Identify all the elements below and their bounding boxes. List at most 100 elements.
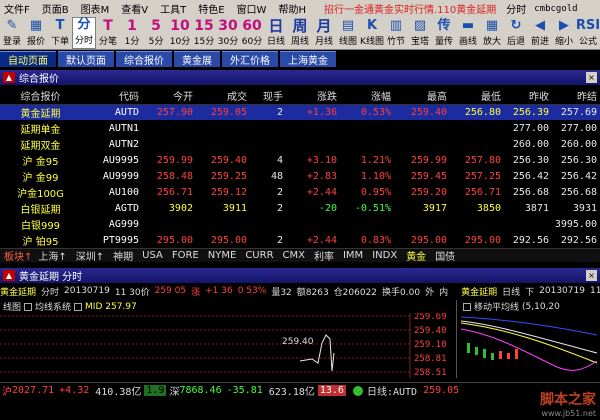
candle [467,343,470,353]
close-icon[interactable]: × [586,270,597,281]
toolbar-button[interactable]: ✎ 登录 [0,17,24,49]
menu-item[interactable]: 页面B [42,1,69,16]
market-tab[interactable]: USA [142,250,163,261]
cell-vol: 2 [276,186,283,198]
toolbar-button[interactable]: K K线图 [360,17,384,49]
sz-amount: 623.18亿 [268,387,315,398]
column-header[interactable]: 昨结 [552,88,600,105]
market-tab[interactable]: IMM [343,250,363,261]
toolbar-icon: K [366,18,378,33]
cell-name: 白银999 [20,220,61,232]
column-header[interactable]: 成交 [196,88,250,105]
column-header[interactable]: 最低 [450,88,504,105]
toolbar-button[interactable]: ▶ 缩小 [552,17,576,49]
toolbar-button[interactable]: T 下单 [48,17,72,49]
market-tab[interactable]: NYME [208,250,237,261]
page-tab[interactable]: 外汇价格 [222,51,278,67]
table-row[interactable]: 延期单金 AUTN1 277.00 277.00 [0,120,600,136]
sector-label[interactable]: 板块↑ [4,249,32,262]
toolbar-button[interactable]: 周周线 [288,17,312,49]
toolbar-icon: ▦ [485,18,499,33]
toolbar-button[interactable]: 10 10分 [168,17,192,49]
market-tab[interactable]: CMX [283,250,305,261]
toolbar-button[interactable]: 5 5分 [144,17,168,49]
toolbar-button[interactable]: ▤ 线图 [336,17,360,49]
cell-psettle: 256.30 [560,154,597,166]
toolbar-button[interactable]: 60 60分 [240,17,264,49]
table-row[interactable]: 沪金100G AU100 256.71 259.12 2 +2.44 0.95% 259.20… [0,184,600,200]
toolbar-button[interactable]: 15 15分 [192,17,216,49]
toolbar-button[interactable]: 传量传 [432,17,456,49]
toolbar-button[interactable]: ▨ 宝塔 [408,17,432,49]
market-tab[interactable]: 深圳↑ [76,249,104,262]
cell-low: 257.80 [464,154,501,166]
cell-name: 沪金100G [17,188,64,200]
market-tab[interactable]: 黄金 [406,249,426,262]
column-header[interactable]: 代码 [84,88,142,105]
candle [491,353,494,360]
table-row[interactable]: 白银延期 AGTD 3902 3911 2 -20 -0.51% 3917 3850 3871 39… [0,200,600,216]
checkbox-icon[interactable] [463,302,471,311]
market-tab[interactable]: 国债 [435,249,455,262]
table-row[interactable]: 延期双金 AUTN2 260.00 260.00 [0,136,600,152]
market-tab[interactable]: 神期 [113,249,133,262]
cell-low: 295.00 [464,234,501,246]
column-header[interactable]: 涨跌 [286,88,340,105]
menu-item[interactable]: 图表M [81,1,110,16]
toolbar-button[interactable]: T 分笔 [96,17,120,49]
checkbox-icon[interactable] [24,302,33,311]
market-tab[interactable]: FORE [172,250,199,261]
intraday-chart[interactable]: 线图 均线系统 MID 257.97 259.40 259.69 259.40 … [0,300,455,378]
page-tab[interactable]: 综合报价 [116,51,172,67]
toolbar-button[interactable]: ▬ 画线 [456,17,480,49]
market-tab[interactable]: CURR [245,250,273,261]
table-row[interactable]: 沪 金99 AU9999 258.48 259.25 48 +2.83 1.10% 259.4… [0,168,600,184]
toolbar-button[interactable]: ◀ 前进 [528,17,552,49]
toolbar-button[interactable]: 日日线 [264,17,288,49]
checkbox-icon[interactable] [74,302,83,311]
toolbar-button[interactable]: RSI 公式 [576,17,600,49]
toolbar-button[interactable]: 1 1分 [120,17,144,49]
toolbar-label: 登录 [2,37,21,47]
column-header[interactable]: 涨幅 [340,88,394,105]
menu-item[interactable]: 工具T [160,1,186,16]
toolbar-label: 日线 [266,37,285,47]
table-row[interactable]: 沪 铂95 PT9995 295.00 295.00 2 +2.44 0.83% 295.00… [0,232,600,247]
page-tab[interactable]: 默认页面 [58,51,114,67]
column-header[interactable]: 现手 [250,88,286,105]
toolbar-button[interactable]: ▥ 竹节 [384,17,408,49]
table-row[interactable]: 黄金延期 AUTD 257.90 259.05 2 +1.36 0.53% 259.40 256… [0,104,600,120]
toolbar-button[interactable]: 30 30分 [216,17,240,49]
table-row[interactable]: 沪 金95 AU9995 259.99 259.40 4 +3.10 1.21% 259.99… [0,152,600,168]
menu-item[interactable]: 帮助H [278,1,306,16]
page-tab[interactable]: 上海黄金 [280,51,336,67]
ma-label: 移动平均线 [474,303,520,313]
daily-chart[interactable]: 移动平均线 (5,10,20 [456,300,600,378]
column-header[interactable]: 最高 [394,88,450,105]
menu-item[interactable]: 特色E [198,1,224,16]
market-tab[interactable]: INDX [372,250,397,261]
column-header[interactable]: 今开 [142,88,196,105]
page-tab[interactable]: 自动页面 [0,51,56,67]
close-icon[interactable]: × [586,72,597,83]
chart-info-item: 黄金延期 [0,287,37,298]
cell-chg: +1.36 [286,104,340,120]
toolbar-button[interactable]: ▦ 报价 [24,17,48,49]
toolbar-button[interactable]: ↻ 后退 [504,17,528,49]
menu-item[interactable]: 查看V [121,1,148,16]
ma-line-yellow [460,322,598,364]
table-row[interactable]: 白银999 AG999 3995.00 [0,216,600,232]
cell-open [142,216,196,232]
column-header[interactable]: 综合报价 [0,88,84,105]
toolbar-button[interactable]: 月月线 [312,17,336,49]
page-tab[interactable]: 黄金展 [174,51,220,67]
toolbar-button[interactable]: ▦ 放大 [480,17,504,49]
toolbar-button[interactable]: 分分时 [72,17,96,49]
column-header[interactable]: 昨收 [504,88,552,105]
cell-name: 沪 金99 [22,172,59,184]
market-tab[interactable]: 利率 [314,249,334,262]
cell-pclose: 3871 [524,202,549,214]
market-tab[interactable]: 上海↑ [38,249,66,262]
menu-item[interactable]: 文件F [4,1,30,16]
menu-item[interactable]: 窗口W [237,1,267,16]
